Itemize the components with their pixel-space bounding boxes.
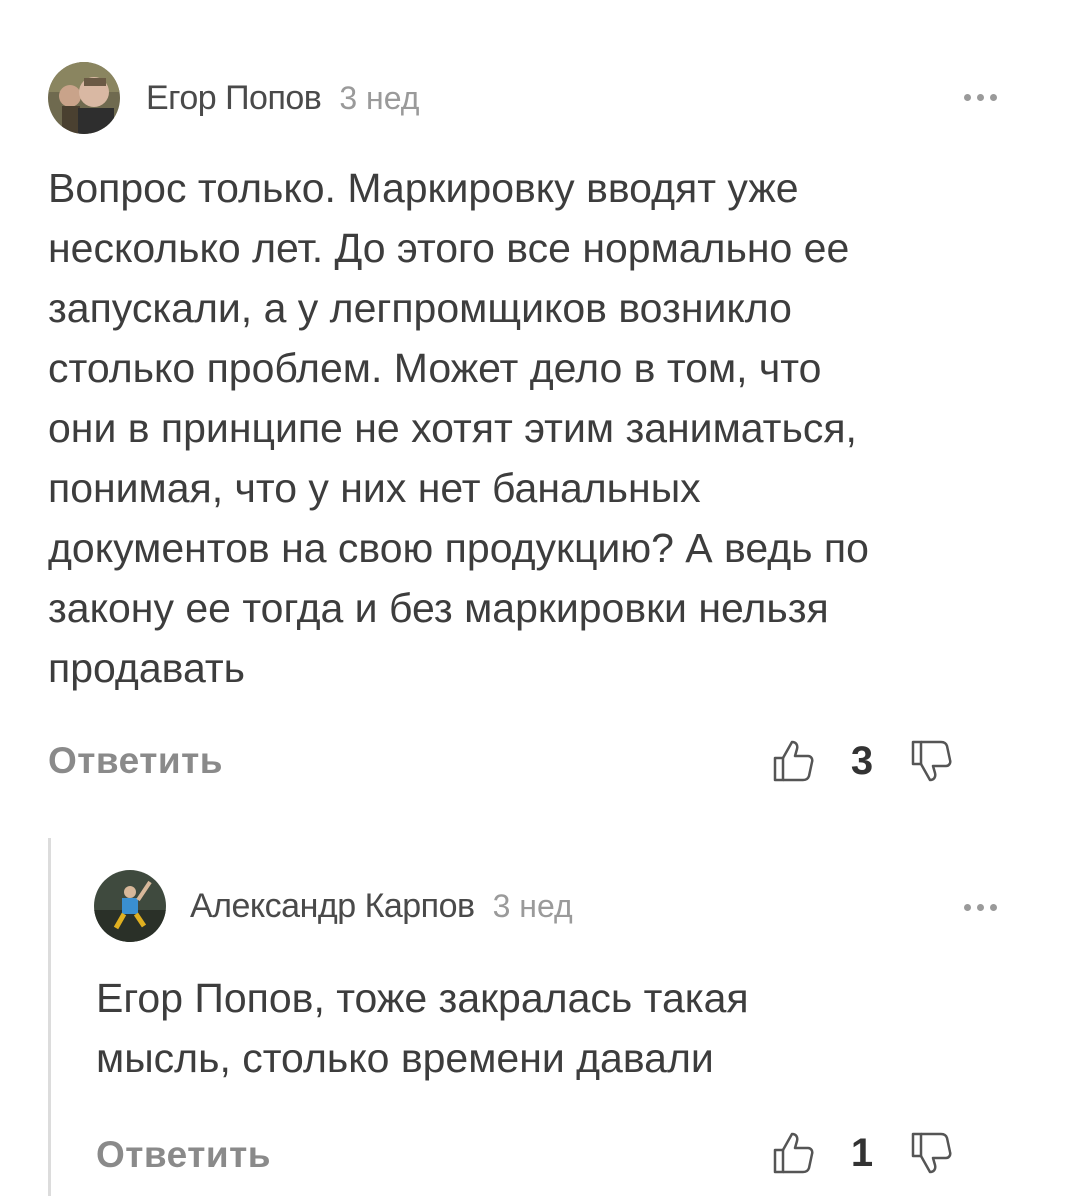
thumb-up-icon[interactable] bbox=[770, 738, 816, 784]
more-options-button[interactable] bbox=[964, 904, 997, 911]
author-name[interactable]: Александр Карпов bbox=[190, 887, 475, 926]
thumb-down-icon[interactable] bbox=[908, 738, 954, 784]
vote-controls: 1 bbox=[770, 1130, 954, 1176]
avatar[interactable] bbox=[94, 870, 166, 942]
more-dots-icon bbox=[964, 904, 997, 911]
more-dots-icon bbox=[964, 94, 997, 101]
comment-text: Вопрос только. Маркировку вводят уже нес… bbox=[48, 165, 869, 691]
like-count: 1 bbox=[850, 1130, 874, 1175]
avatar[interactable] bbox=[48, 62, 120, 134]
reply-button[interactable]: Ответить bbox=[48, 740, 223, 782]
comment-time: 3 нед bbox=[339, 79, 420, 116]
thumb-down-icon[interactable] bbox=[908, 1130, 954, 1176]
reply-button[interactable]: Ответить bbox=[96, 1134, 271, 1176]
thumb-up-icon[interactable] bbox=[770, 1130, 816, 1176]
comment-header: Александр Карпов 3 нед bbox=[94, 870, 573, 942]
comment-text: Егор Попов, тоже закралась такая мысль, … bbox=[96, 975, 749, 1081]
thread-line bbox=[48, 838, 51, 1196]
more-options-button[interactable] bbox=[964, 94, 997, 101]
comment-header: Егор Попов 3 нед bbox=[48, 62, 419, 134]
comment-time: 3 нед bbox=[492, 887, 573, 924]
vote-controls: 3 bbox=[770, 738, 954, 784]
author-name[interactable]: Егор Попов bbox=[146, 79, 322, 118]
like-count: 3 bbox=[850, 738, 874, 783]
